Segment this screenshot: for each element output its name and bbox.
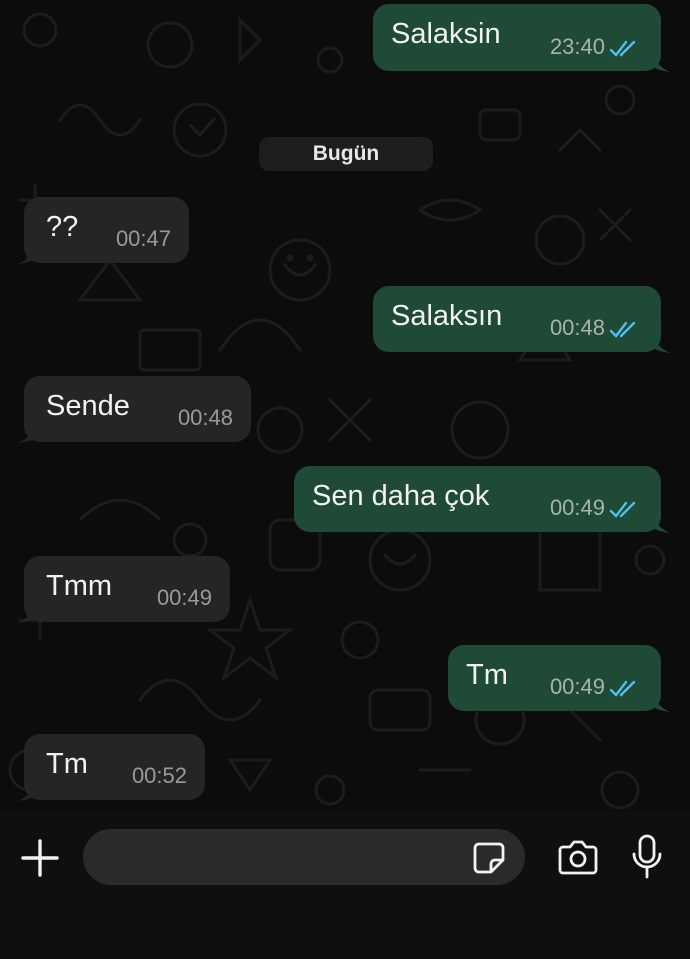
message-time: 00:49 [156,585,212,610]
bubble-tail [652,513,670,533]
message-time: 00:48 [549,315,605,340]
message-time: 00:52 [131,763,187,788]
message-input[interactable] [83,829,525,885]
bubble-tail [18,603,36,623]
read-receipt-icon [609,501,636,518]
bubble-tail [18,423,36,443]
message-text: Salaksin [391,18,501,50]
message-list[interactable]: Salaksin 23:40 Bugün ?? 00:47 Salaksın 0… [0,0,690,812]
message-time: 23:40 [549,34,605,59]
incoming-message[interactable]: Tmm 00:49 [24,556,230,622]
message-text: ?? [46,211,79,243]
outgoing-message[interactable]: Sen daha çok 00:49 [294,466,661,532]
read-receipt-icon [609,40,636,57]
incoming-message[interactable]: Sende 00:48 [24,376,251,442]
message-time: 00:49 [549,495,605,520]
outgoing-message[interactable]: Salaksin 23:40 [373,4,661,71]
message-time: 00:47 [115,226,171,251]
read-receipt-icon [609,321,636,338]
date-divider: Bugün [259,137,433,171]
bubble-tail [18,781,36,801]
message-text: Salaksın [391,300,503,332]
camera-icon[interactable] [556,838,600,878]
outgoing-message[interactable]: Tm 00:49 [448,645,661,711]
outgoing-message[interactable]: Salaksın 00:48 [373,286,661,352]
bubble-tail [652,692,670,712]
message-text: Tm [466,659,508,691]
message-text: Tmm [46,570,113,602]
chat-screen: Salaksin 23:40 Bugün ?? 00:47 Salaksın 0… [0,0,690,959]
read-receipt-icon [609,680,636,697]
bubble-tail [652,333,670,353]
incoming-message[interactable]: Tm 00:52 [24,734,205,800]
incoming-message[interactable]: ?? 00:47 [24,197,189,263]
message-text: Sen daha çok [312,480,490,512]
bubble-tail [18,244,36,264]
sticker-icon[interactable] [471,840,507,876]
plus-icon[interactable] [20,838,60,878]
bubble-tail [652,52,670,72]
message-time: 00:48 [177,405,233,430]
microphone-icon[interactable] [630,834,664,880]
message-time: 00:49 [549,674,605,699]
message-text: Tm [46,748,88,780]
message-text: Sende [46,390,130,422]
